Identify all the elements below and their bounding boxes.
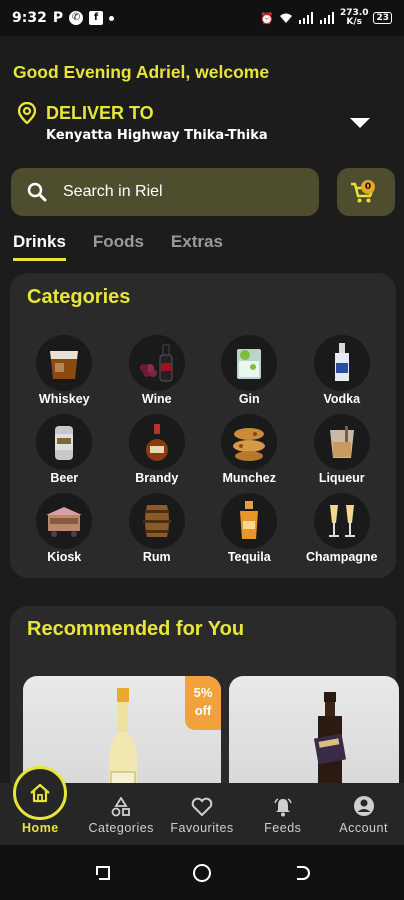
category-liqueur[interactable]: Liqueur bbox=[296, 414, 389, 485]
system-nav-bar bbox=[0, 845, 404, 900]
nav-favourites[interactable]: Favourites bbox=[162, 783, 243, 845]
categories-icon bbox=[111, 797, 131, 817]
categories-title: Categories bbox=[27, 286, 131, 308]
nav-home-label: Home bbox=[22, 821, 59, 835]
recent-apps-icon[interactable] bbox=[94, 864, 112, 882]
search-icon bbox=[27, 182, 47, 202]
whatsapp-icon: ✆ bbox=[69, 11, 84, 25]
beer-icon bbox=[36, 414, 93, 470]
discount-badge: 5% off bbox=[185, 676, 221, 730]
category-whiskey[interactable]: Whiskey bbox=[18, 335, 111, 406]
category-gin[interactable]: Gin bbox=[203, 335, 296, 406]
category-champagne[interactable]: Champagne bbox=[296, 493, 389, 564]
search-input[interactable]: Search in Riel bbox=[11, 168, 319, 216]
tab-foods[interactable]: Foods bbox=[93, 232, 144, 261]
recommended-title: Recommended for You bbox=[27, 618, 245, 640]
category-label: Vodka bbox=[323, 392, 361, 406]
category-wine[interactable]: Wine bbox=[111, 335, 204, 406]
alarm-icon: ⏰ bbox=[260, 11, 274, 25]
discount-percent: 5% bbox=[193, 685, 213, 700]
account-icon bbox=[353, 796, 374, 816]
back-icon[interactable] bbox=[292, 864, 310, 882]
liqueur-icon bbox=[313, 414, 370, 470]
category-label: Liqueur bbox=[318, 471, 365, 485]
category-label: Beer bbox=[50, 471, 79, 485]
category-label: Munchez bbox=[222, 471, 276, 485]
champagne-icon bbox=[313, 493, 370, 549]
category-vodka[interactable]: Vodka bbox=[296, 335, 389, 406]
categories-card: Categories Whiskey Wine Gin Vodka Beer B… bbox=[10, 273, 396, 578]
category-tequila[interactable]: Tequila bbox=[203, 493, 296, 564]
wifi-icon bbox=[280, 13, 292, 23]
category-beer[interactable]: Beer bbox=[18, 414, 111, 485]
bell-icon bbox=[274, 798, 292, 817]
nav-feeds-label: Feeds bbox=[264, 821, 302, 835]
tequila-icon bbox=[221, 493, 278, 549]
cart-count-badge: 0 bbox=[361, 180, 375, 194]
nav-account-label: Account bbox=[339, 821, 388, 835]
wine-icon bbox=[128, 335, 185, 391]
heart-icon bbox=[191, 797, 213, 817]
whiskey-icon bbox=[36, 335, 93, 391]
battery-icon: 23 bbox=[373, 12, 392, 24]
category-brandy[interactable]: Brandy bbox=[111, 414, 204, 485]
category-tabs: Drinks Foods Extras bbox=[13, 232, 223, 261]
search-placeholder: Search in Riel bbox=[63, 183, 163, 200]
cart-button[interactable]: 0 bbox=[337, 168, 395, 216]
home-icon bbox=[30, 783, 50, 803]
category-rum[interactable]: Rum bbox=[111, 493, 204, 564]
deliver-to-label: DELIVER TO bbox=[46, 102, 154, 123]
status-time: 9:32 bbox=[12, 10, 47, 26]
rum-icon bbox=[128, 493, 185, 549]
greeting-text: Good Evening Adriel, welcome bbox=[13, 62, 270, 82]
nav-categories-label: Categories bbox=[88, 821, 154, 835]
tab-drinks[interactable]: Drinks bbox=[13, 232, 66, 261]
signal-2-icon bbox=[320, 12, 334, 24]
category-label: Wine bbox=[141, 392, 172, 406]
category-label: Gin bbox=[238, 392, 260, 406]
home-button[interactable] bbox=[13, 766, 67, 820]
brandy-icon bbox=[128, 414, 185, 470]
signal-icon bbox=[299, 12, 313, 24]
kiosk-icon bbox=[36, 493, 93, 549]
notification-dot-icon bbox=[109, 15, 115, 21]
category-label: Whiskey bbox=[38, 392, 90, 406]
category-label: Champagne bbox=[305, 550, 378, 564]
categories-grid: Whiskey Wine Gin Vodka Beer Brandy Munch… bbox=[18, 335, 388, 564]
net-unit: K/s bbox=[346, 17, 363, 27]
home-system-icon[interactable] bbox=[192, 863, 212, 883]
category-label: Tequila bbox=[227, 550, 271, 564]
chevron-down-icon[interactable] bbox=[350, 118, 370, 128]
deliver-to-section[interactable]: DELIVER TO bbox=[18, 102, 154, 124]
status-p-icon: P bbox=[52, 10, 64, 26]
location-pin-icon bbox=[18, 102, 36, 124]
category-munchez[interactable]: Munchez bbox=[203, 414, 296, 485]
nav-feeds[interactable]: Feeds bbox=[242, 783, 323, 845]
category-kiosk[interactable]: Kiosk bbox=[18, 493, 111, 564]
nav-favourites-label: Favourites bbox=[170, 821, 234, 835]
category-label: Kiosk bbox=[47, 550, 82, 564]
nav-account[interactable]: Account bbox=[323, 783, 404, 845]
category-label: Rum bbox=[142, 550, 171, 564]
status-bar: 9:32 P ✆ f ⏰ 273.0 K/s 23 bbox=[0, 0, 404, 36]
tab-extras[interactable]: Extras bbox=[171, 232, 223, 261]
gin-icon bbox=[221, 335, 278, 391]
nav-categories[interactable]: Categories bbox=[81, 783, 162, 845]
discount-off: off bbox=[194, 703, 212, 718]
vodka-icon bbox=[313, 335, 370, 391]
facebook-icon: f bbox=[89, 11, 104, 25]
category-label: Brandy bbox=[135, 471, 179, 485]
delivery-address[interactable]: Kenyatta Highway Thika-Thika bbox=[46, 128, 268, 143]
munchez-icon bbox=[221, 414, 278, 470]
